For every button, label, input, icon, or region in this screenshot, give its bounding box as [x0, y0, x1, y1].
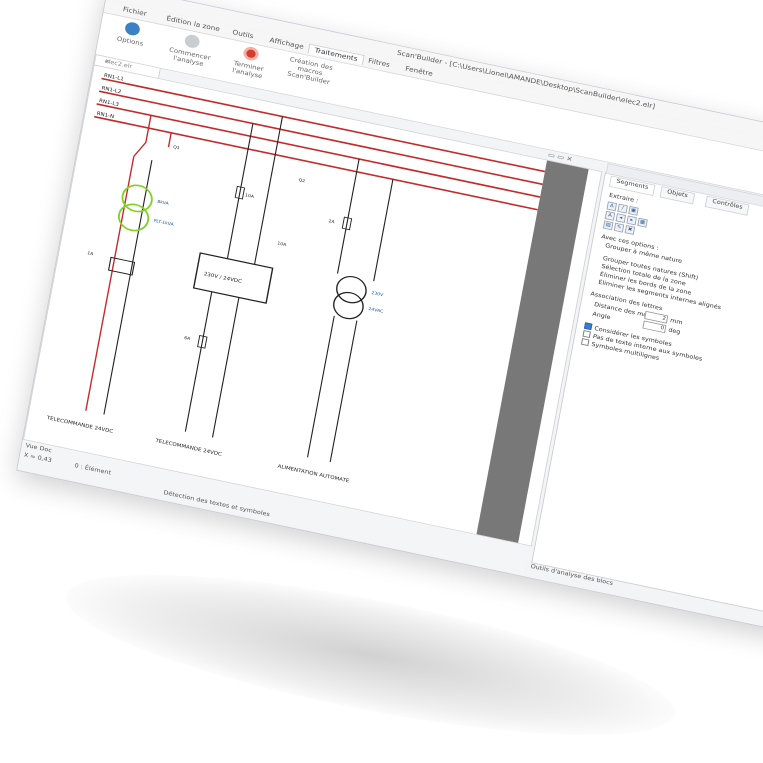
- right-transformer-bottom: [333, 291, 364, 320]
- small-label-5: Q1: [173, 144, 181, 151]
- letter-icon[interactable]: A: [604, 210, 616, 221]
- arrow-left-icon[interactable]: ◂: [615, 213, 627, 224]
- small-label-2: 6A: [184, 335, 191, 342]
- left-feeder-label: TELECOMMANDE 24VDC: [45, 415, 114, 435]
- start-analysis-icon: [183, 33, 201, 50]
- distance-unit: mm: [669, 317, 684, 327]
- right-transformer-label-1: 230V: [371, 290, 384, 298]
- middle-feeder-down-b: [211, 297, 240, 438]
- stage: ▾ Scan'Builder - [C:\Users\Lionel\AMANDE…: [0, 0, 763, 763]
- symbol-extract-icon[interactable]: ▣: [628, 205, 639, 216]
- small-label-6: Q2: [298, 177, 306, 184]
- app-window: ▾ Scan'Builder - [C:\Users\Lionel\AMANDE…: [16, 0, 763, 633]
- commencer-analyse-button[interactable]: Commencer l'analyse: [161, 29, 221, 70]
- right-transformer-label-2: 24VAC: [368, 306, 384, 315]
- options-icon: [124, 20, 141, 37]
- terminer-label: Terminer l'analyse: [231, 59, 265, 80]
- status-message: Détection des textes et symboles: [162, 489, 271, 518]
- commencer-label: Commencer l'analyse: [168, 45, 212, 68]
- small-label-1: 10A: [244, 193, 254, 200]
- terminer-analyse-button[interactable]: Terminer l'analyse: [220, 42, 280, 83]
- middle-feeder-label: TELECOMMANDE 24VDC: [154, 438, 223, 458]
- angle-label: Angle: [591, 310, 612, 321]
- line-extract-icon[interactable]: /: [617, 203, 628, 214]
- status-selection: 0 : Élément: [73, 462, 112, 477]
- small-label-4: 10A: [277, 241, 287, 248]
- left-feeder-wire: [133, 115, 172, 157]
- options-label: Options: [116, 34, 144, 48]
- creation-label: Création des macros Scan'Builder: [286, 55, 334, 86]
- angle-unit: deg: [667, 326, 681, 336]
- left-feeder-down-b: [103, 160, 153, 415]
- transformer-label-1: 8kVA: [157, 199, 169, 207]
- converter-label: 230V / 24VDC: [203, 271, 242, 285]
- stop-analysis-icon: [242, 45, 260, 62]
- delete-icon[interactable]: ✖: [624, 225, 636, 235]
- right-feeder-label: ALIMENTATION AUTOMATE: [277, 464, 350, 485]
- options-button[interactable]: Options: [102, 17, 161, 51]
- check-symboles-checkbox[interactable]: [583, 322, 593, 331]
- grid-icon[interactable]: ▦: [637, 217, 648, 228]
- text-extract-icon[interactable]: A: [606, 201, 618, 212]
- right-feeder-down-a: [306, 315, 335, 458]
- arrow-right-icon[interactable]: ▸: [626, 215, 637, 226]
- left-feeder-down-a: [85, 156, 135, 411]
- small-label-0: 1A: [87, 250, 94, 257]
- right-transformer-top: [336, 275, 367, 304]
- check-multilignes-checkbox[interactable]: [580, 338, 590, 346]
- small-label-3: 2A: [328, 218, 335, 225]
- pen-icon[interactable]: ✎: [613, 222, 625, 233]
- right-feeder-top-b: [373, 179, 394, 282]
- middle-feeder-down-a: [184, 291, 213, 432]
- group-icon[interactable]: ▤: [602, 220, 614, 231]
- middle-feeder-top: [226, 123, 254, 259]
- right-feeder-down-b: [329, 320, 358, 463]
- transformer-label-2: PLT-1kVA: [153, 218, 174, 228]
- right-feeder-top: [336, 158, 360, 274]
- check-pas-texte-checkbox[interactable]: [582, 330, 591, 339]
